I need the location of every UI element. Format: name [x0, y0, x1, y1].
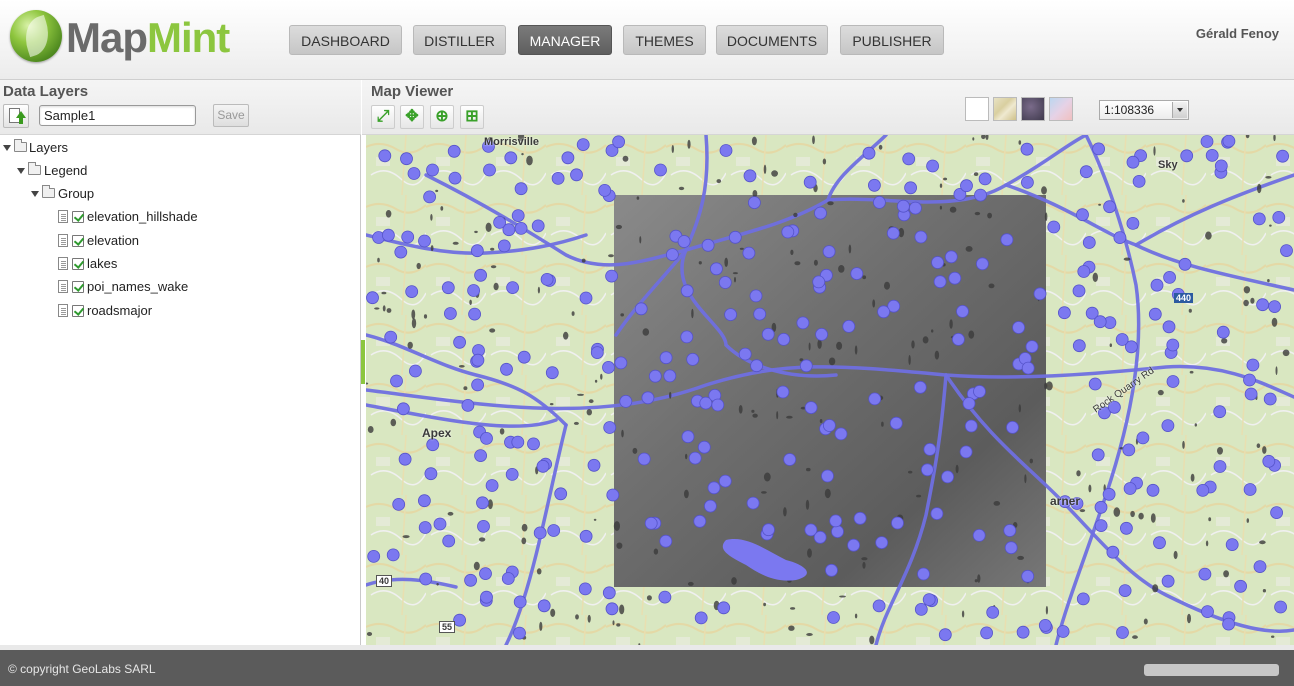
zoom-extent-button[interactable]: ⤢ [371, 105, 395, 129]
layer-visibility-checkbox[interactable] [72, 281, 84, 293]
layer-name: elevation [87, 233, 140, 248]
data-layers-title: Data Layers [3, 83, 89, 100]
expand-toggle-icon[interactable] [31, 191, 39, 197]
nav-themes[interactable]: THEMES [623, 25, 706, 55]
map-layers [366, 135, 1294, 645]
copyright-text: © copyright GeoLabs SARL [8, 662, 156, 676]
zoom-box-button[interactable]: ⊞ [460, 105, 484, 129]
scale-select[interactable]: 1:108336 [1099, 100, 1189, 120]
map-canvas[interactable]: Morrisville Apex arner Sky Rock Quarry R… [366, 135, 1294, 645]
tree-node-label: Layers [29, 140, 69, 155]
layer-visibility-checkbox[interactable] [72, 211, 84, 223]
chevron-down-icon[interactable] [1172, 102, 1187, 118]
footer-progress-bar [1144, 664, 1279, 676]
highway-55-shield: 55 [439, 621, 456, 633]
upload-layer-button[interactable] [3, 104, 29, 128]
zoom-box-icon: ⊞ [465, 108, 479, 125]
brand-name: MapMint [66, 14, 230, 61]
map-label-sky: Sky [1158, 159, 1178, 171]
nav-dashboard[interactable]: DASHBOARD [289, 25, 402, 55]
map-toolbar: Map Viewer ⤢ ✥ ⊕ ⊞ 1:108336 [362, 80, 1294, 135]
map-viewer-panel: Map Viewer ⤢ ✥ ⊕ ⊞ 1:108336 Morrisville … [362, 80, 1294, 645]
layer-name: poi_names_wake [87, 279, 189, 294]
layer-visibility-checkbox[interactable] [72, 305, 84, 317]
mapmint-logo-icon [10, 10, 62, 62]
pan-icon: ✥ [405, 108, 419, 125]
tree-node-label: Legend [44, 163, 88, 178]
tree-node-label: Group [58, 186, 95, 201]
layer-name: lakes [87, 256, 118, 271]
layer-file-icon [58, 280, 68, 293]
map-name-input[interactable] [39, 105, 196, 126]
interstate-40-shield: 40 [376, 575, 393, 587]
map-viewer-title: Map Viewer [371, 83, 454, 100]
zoom-in-icon: ⊕ [435, 108, 449, 125]
layer-visibility-checkbox[interactable] [72, 258, 84, 270]
base-layer-streets[interactable] [993, 97, 1017, 121]
save-button[interactable]: Save [213, 104, 249, 127]
data-layers-panel: Data Layers Save Layers Legend Group ele… [0, 80, 361, 645]
layer-file-icon [58, 304, 68, 317]
app-footer: © copyright GeoLabs SARL [0, 650, 1294, 686]
zoom-in-button[interactable]: ⊕ [430, 105, 454, 129]
interstate-440-shield: 440 [1174, 293, 1194, 303]
map-label-garner: arner [1050, 494, 1081, 508]
base-layer-hybrid[interactable] [1049, 97, 1073, 121]
layer-file-icon [58, 210, 68, 223]
base-layer-satellite[interactable] [1021, 97, 1045, 121]
expand-toggle-icon[interactable] [3, 145, 11, 151]
layer-visibility-checkbox[interactable] [72, 235, 84, 247]
scale-value: 1:108336 [1104, 103, 1155, 117]
layer-name: elevation_hillshade [87, 209, 198, 224]
folder-icon [28, 162, 41, 175]
map-label-apex: Apex [422, 426, 452, 440]
map-label-morrisville: Morrisville [484, 136, 540, 148]
pan-button[interactable]: ✥ [400, 105, 424, 129]
folder-icon [42, 185, 55, 198]
layer-name: roadsmajor [87, 303, 153, 318]
app-header: MapMint DASHBOARD DISTILLER MANAGER THEM… [0, 0, 1294, 80]
expand-toggle-icon[interactable] [17, 168, 25, 174]
layer-file-icon [58, 257, 68, 270]
mapmint-logo[interactable]: MapMint [8, 8, 248, 70]
nav-distiller[interactable]: DISTILLER [413, 25, 506, 55]
nav-publisher[interactable]: PUBLISHER [840, 25, 944, 55]
nav-documents[interactable]: DOCUMENTS [716, 25, 828, 55]
nav-manager[interactable]: MANAGER [518, 25, 612, 55]
data-layers-toolbar: Data Layers Save [0, 80, 361, 135]
user-name[interactable]: Gérald Fenoy [1196, 26, 1279, 41]
zoom-extent-icon: ⤢ [376, 108, 390, 125]
layer-file-icon [58, 234, 68, 247]
folder-icon [14, 139, 27, 152]
base-layer-none[interactable] [965, 97, 989, 121]
base-layer-switcher [965, 97, 1077, 123]
